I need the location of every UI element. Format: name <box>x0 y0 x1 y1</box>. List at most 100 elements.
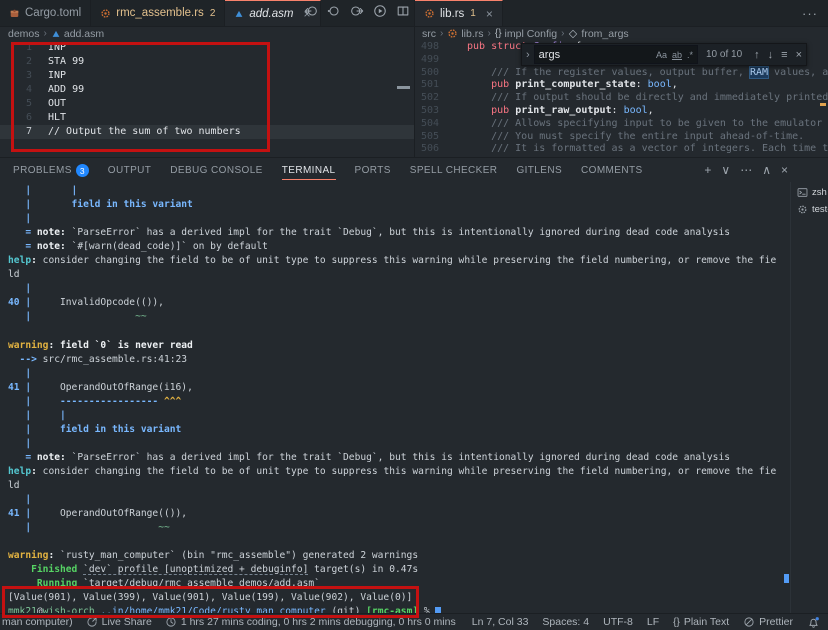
split-editor-button[interactable] <box>396 4 410 23</box>
line-number: 2 <box>0 55 32 69</box>
find-next-button[interactable]: ↓ <box>768 49 774 61</box>
terminal-instance-test[interactable]: test-… <box>794 201 828 218</box>
code-line[interactable]: 502 /// If output should be directly and… <box>415 92 828 105</box>
tab-close-icon[interactable]: × <box>486 7 493 21</box>
tab-cargo-toml[interactable]: Cargo.toml <box>0 0 91 26</box>
status-item-bell[interactable] <box>807 616 820 629</box>
toggle-replace-icon[interactable]: › <box>522 49 534 61</box>
editor-add-asm[interactable]: 1INP2STA 993INP4ADD 995OUT6HLT7// Output… <box>0 41 414 157</box>
code-line[interactable]: 501 pub print_computer_state: bool, <box>415 79 828 92</box>
code-line[interactable]: 4ADD 99 <box>0 83 414 97</box>
panel-tab-debug-console[interactable]: DEBUG CONSOLE <box>170 161 262 179</box>
editor-group-divider[interactable] <box>414 0 415 157</box>
code-line[interactable]: 504 /// Allows specifying input to be gi… <box>415 118 828 131</box>
panel-close-button[interactable]: × <box>781 163 788 177</box>
find-query[interactable]: args <box>539 49 651 61</box>
line-number: 5 <box>0 97 32 111</box>
find-previous-button[interactable]: ↑ <box>754 49 760 61</box>
breadcrumb-item[interactable]: demos <box>8 28 40 40</box>
breadcrumb-label: impl Config <box>505 28 558 40</box>
panel-tab-gitlens[interactable]: GITLENS <box>516 161 562 179</box>
status-item-1-hrs-27-mins-coding-0-h[interactable]: 1 hrs 27 mins coding, 0 hrs 2 mins debug… <box>165 616 458 628</box>
code-line[interactable]: 503 pub print_raw_output: bool, <box>415 105 828 118</box>
terminal-line: --> src/rmc_assemble.rs:41:23 <box>8 353 788 367</box>
status-item-live-share[interactable]: Live Share <box>86 616 152 628</box>
tab-label: Cargo.toml <box>25 7 81 19</box>
line-number: 499 <box>415 54 439 67</box>
code-line[interactable]: 505 /// You must specify the entire inpu… <box>415 131 828 144</box>
nav-current-button[interactable] <box>327 4 341 23</box>
terminal-line: Finished `dev` profile [unoptimized + de… <box>8 563 788 577</box>
find-close-button[interactable]: × <box>796 49 802 61</box>
line-text: pub print_raw_output: bool, <box>467 105 654 118</box>
panel-tab-label: SPELL CHECKER <box>410 165 498 176</box>
terminal-dropdown-button[interactable]: ∨ <box>721 163 730 177</box>
line-number: 7 <box>0 125 32 139</box>
breadcrumb-label: add.asm <box>64 28 104 40</box>
tab-rmc-assemble-rs[interactable]: rmc_assemble.rs2 <box>91 0 225 26</box>
breadcrumb-label: src <box>422 28 436 40</box>
panel-tab-label: DEBUG CONSOLE <box>170 165 262 176</box>
status-item-ln-7-col-33[interactable]: Ln 7, Col 33 <box>472 616 529 628</box>
line-number: 502 <box>415 92 439 105</box>
panel-tab-label: OUTPUT <box>108 165 152 176</box>
code-line[interactable]: 1INP <box>0 41 414 55</box>
nav-forward-icon <box>350 4 364 18</box>
line-number: 504 <box>415 118 439 131</box>
code-line[interactable]: 6HLT <box>0 111 414 125</box>
terminal-output[interactable]: | | | field in this variant | = note: `P… <box>8 184 788 619</box>
status-item-label: Prettier <box>759 616 793 628</box>
breadcrumb-item[interactable]: lib.rs <box>447 28 483 40</box>
regex-toggle[interactable]: .* <box>687 50 693 60</box>
tab-lib-rs[interactable]: lib.rs1× <box>415 0 503 26</box>
status-item-label: Spaces: 4 <box>542 616 589 628</box>
run-icon <box>373 4 387 18</box>
match-case-toggle[interactable]: Aa <box>656 50 667 60</box>
status-item-spaces-4[interactable]: Spaces: 4 <box>542 616 589 628</box>
terminal-sidebar-divider[interactable] <box>790 182 791 613</box>
status-item-prettier[interactable]: Prettier <box>743 616 793 628</box>
status-item-lf[interactable]: LF <box>647 616 659 628</box>
breadcrumb-item[interactable]: {}impl Config <box>495 28 557 40</box>
status-item-plain-text[interactable]: {}Plain Text <box>673 616 729 628</box>
terminal-line: 40 | InvalidOpcode(()), <box>8 296 788 310</box>
terminal-line: = note: `ParseError` has a derived impl … <box>8 451 788 465</box>
status-item-man-computer-[interactable]: man computer) <box>2 616 73 628</box>
find-input[interactable]: args Aa ab .* <box>534 45 698 64</box>
find-results-count: 10 of 10 <box>706 49 742 60</box>
terminal-line: | ----------------- ^^^ <box>8 395 788 409</box>
whole-word-toggle[interactable]: ab <box>672 50 682 60</box>
code-line[interactable]: 7// Output the sum of two numbers <box>0 125 414 139</box>
breadcrumb-item[interactable]: add.asm <box>51 28 104 40</box>
status-item-utf-8[interactable]: UTF-8 <box>603 616 633 628</box>
terminal-instance-list: zsh test-… <box>794 184 828 218</box>
nav-forward-button[interactable] <box>350 4 364 23</box>
code-line[interactable]: 500 /// If the register values, output b… <box>415 67 828 80</box>
panel-maximize-button[interactable]: ∧ <box>762 163 771 177</box>
more-actions-icon[interactable]: ··· <box>802 6 818 21</box>
line-number: 506 <box>415 143 439 156</box>
line-number: 4 <box>0 83 32 97</box>
find-in-selection-button[interactable]: ≡ <box>781 49 787 61</box>
panel-tab-problems[interactable]: PROBLEMS3 <box>13 160 89 180</box>
breadcrumb-item[interactable]: src <box>422 28 436 40</box>
panel-more-button[interactable]: ⋯ <box>740 163 752 177</box>
breadcrumb-separator: › <box>44 28 47 39</box>
code-line[interactable]: 2STA 99 <box>0 55 414 69</box>
new-terminal-button[interactable]: + <box>704 163 711 177</box>
terminal-instance-label: test-… <box>812 204 828 215</box>
braces-icon: {} <box>495 28 502 39</box>
code-line[interactable]: 5OUT <box>0 97 414 111</box>
terminal-instance-zsh[interactable]: zsh <box>794 184 828 201</box>
code-line[interactable]: 3INP <box>0 69 414 83</box>
run-or-debug-button[interactable] <box>373 4 387 23</box>
vscode-window: Cargo.toml rmc_assemble.rs2 add.asm × ⋯ lib… <box>0 0 828 630</box>
nav-back-button[interactable] <box>304 4 318 23</box>
breadcrumb-item[interactable]: from_args <box>568 28 628 40</box>
panel-tab-spell-checker[interactable]: SPELL CHECKER <box>410 161 498 179</box>
panel-tab-output[interactable]: OUTPUT <box>108 161 152 179</box>
code-line[interactable]: 506 /// It is formatted as a vector of i… <box>415 143 828 156</box>
panel-tab-comments[interactable]: COMMENTS <box>581 161 643 179</box>
panel-tab-terminal[interactable]: TERMINAL <box>282 161 336 180</box>
panel-tab-ports[interactable]: PORTS <box>355 161 391 179</box>
